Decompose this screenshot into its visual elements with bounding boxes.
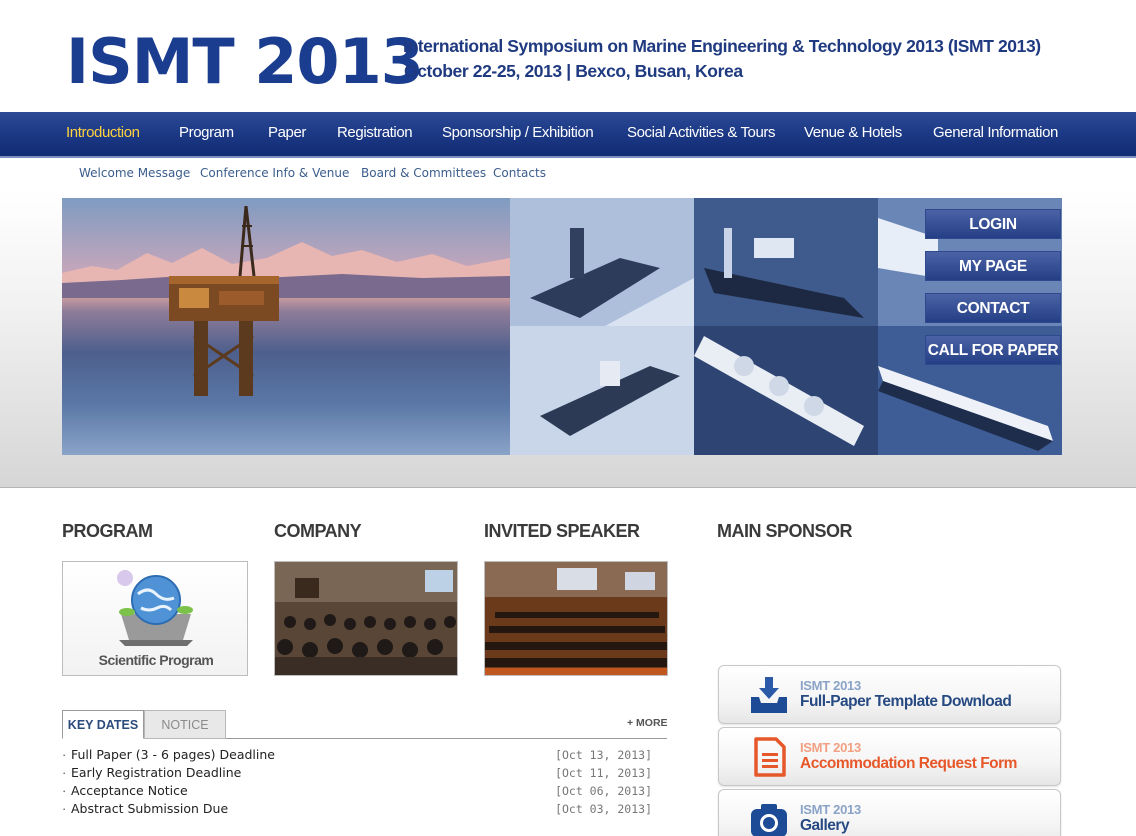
key-date-date: [Oct 06, 2013] (555, 784, 652, 798)
nav-item-venue-hotels[interactable]: Venue & Hotels (804, 124, 902, 141)
quick-link-kicker: ISMT 2013 (800, 678, 861, 693)
program-section-title: PROGRAM (62, 521, 153, 541)
nav-item-registration[interactable]: Registration (337, 124, 413, 141)
key-date-title[interactable]: Acceptance Notice (71, 783, 188, 798)
conference-title: International Symposium on Marine Engine… (403, 36, 1041, 56)
tab-notice[interactable]: NOTICE (144, 710, 226, 739)
key-date-title[interactable]: Abstract Submission Due (71, 801, 228, 816)
call-for-paper-button[interactable]: CALL FOR PAPER (925, 335, 1061, 365)
key-date-title[interactable]: Full Paper (3 - 6 pages) Deadline (71, 747, 275, 762)
accommodation-request-form-button[interactable]: ISMT 2013 Accommodation Request Form (718, 727, 1061, 786)
hero-ship-image-4 (510, 326, 694, 455)
quick-link-title: Full-Paper Template Download (800, 693, 1012, 710)
company-section-title: COMPANY (274, 521, 362, 541)
download-icon (751, 677, 787, 713)
key-date-row: · Abstract Submission Due [Oct 03, 2013] (62, 801, 652, 819)
nav-item-paper[interactable]: Paper (268, 124, 306, 141)
key-date-date: [Oct 11, 2013] (555, 766, 652, 780)
quick-link-kicker: ISMT 2013 (800, 740, 861, 755)
key-date-date: [Oct 13, 2013] (555, 748, 652, 762)
site-header: ISMT 2013 International Symposium on Mar… (0, 0, 1136, 112)
scientific-program-caption: Scientific Program (98, 652, 214, 668)
hero-oil-rig-image (62, 198, 510, 455)
contact-button[interactable]: CONTACT (925, 293, 1061, 323)
tab-key-dates[interactable]: KEY DATES (62, 710, 144, 739)
scientific-program-card[interactable]: Scientific Program (62, 561, 248, 676)
main-sponsor-section-title: MAIN SPONSOR (717, 521, 853, 541)
my-page-button[interactable]: MY PAGE (925, 251, 1061, 281)
document-icon (754, 737, 786, 777)
site-logo[interactable]: ISMT 2013 (66, 26, 424, 98)
globe-laptop-icon (117, 570, 193, 646)
nav-item-sponsorship-exhibition[interactable]: Sponsorship / Exhibition (442, 124, 594, 141)
camera-icon (751, 804, 787, 836)
invited-speaker-section-title: INVITED SPEAKER (484, 521, 640, 541)
company-photo[interactable] (274, 561, 458, 676)
subnav-conference-info[interactable]: Conference Info & Venue (200, 166, 349, 180)
subnav-contacts[interactable]: Contacts (493, 166, 546, 180)
quick-link-kicker: ISMT 2013 (800, 802, 861, 817)
full-paper-template-download-button[interactable]: ISMT 2013 Full-Paper Template Download (718, 665, 1061, 724)
key-date-date: [Oct 03, 2013] (555, 802, 652, 816)
main-nav: Introduction Program Paper Registration … (0, 112, 1136, 158)
more-link[interactable]: + MORE (627, 717, 668, 729)
gallery-button[interactable]: ISMT 2013 Gallery (718, 789, 1061, 836)
subnav-board-committees[interactable]: Board & Committees (361, 166, 486, 180)
subnav-welcome-message[interactable]: Welcome Message (79, 166, 190, 180)
bullet-icon: · (62, 765, 67, 780)
quick-link-title: Accommodation Request Form (800, 755, 1017, 772)
key-dates-notice-tabs: KEY DATES NOTICE (62, 710, 667, 739)
key-date-row: · Full Paper (3 - 6 pages) Deadline [Oct… (62, 747, 652, 765)
nav-item-introduction[interactable]: Introduction (66, 124, 140, 141)
hero-ship-image-2 (694, 198, 878, 326)
bullet-icon: · (62, 801, 67, 816)
nav-item-general-information[interactable]: General Information (933, 124, 1058, 141)
nav-item-social-activities[interactable]: Social Activities & Tours (627, 124, 776, 141)
hero-ship-image-5 (694, 326, 878, 455)
nav-item-program[interactable]: Program (179, 124, 234, 141)
quick-link-title: Gallery (800, 817, 850, 834)
conference-date-venue: October 22-25, 2013 | Bexco, Busan, Kore… (404, 61, 743, 81)
login-button[interactable]: LOGIN (925, 209, 1061, 239)
key-date-row: · Early Registration Deadline [Oct 11, 2… (62, 765, 652, 783)
hero-ship-image-1 (510, 198, 694, 326)
key-date-row: · Acceptance Notice [Oct 06, 2013] (62, 783, 652, 801)
bullet-icon: · (62, 747, 67, 762)
invited-speaker-photo[interactable] (484, 561, 668, 676)
key-date-title[interactable]: Early Registration Deadline (71, 765, 241, 780)
bullet-icon: · (62, 783, 67, 798)
